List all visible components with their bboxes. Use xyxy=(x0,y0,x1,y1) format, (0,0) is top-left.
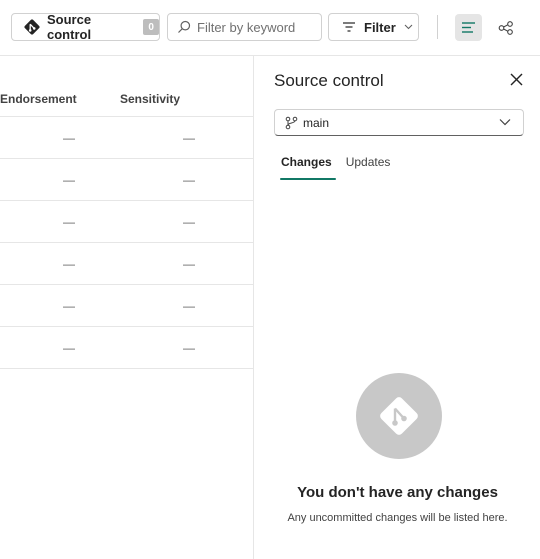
table-row[interactable]: — — xyxy=(0,159,253,201)
toolbar: Source control 0 Filter by keyword Filte… xyxy=(0,0,540,56)
endorsement-cell: — xyxy=(63,131,75,145)
list-view-icon xyxy=(462,22,475,33)
table-header: Endorsement Sensitivity xyxy=(0,56,253,117)
panel-title: Source control xyxy=(274,71,384,90)
branch-name: main xyxy=(303,115,330,130)
column-header-sensitivity[interactable]: Sensitivity xyxy=(120,92,180,106)
source-control-button[interactable]: Source control 0 xyxy=(11,12,160,42)
chevron-down-icon xyxy=(499,119,511,126)
sensitivity-cell: — xyxy=(183,299,195,313)
tab-changes[interactable]: Changes xyxy=(274,152,339,182)
endorsement-cell: — xyxy=(63,299,75,313)
lineage-view-icon xyxy=(498,20,513,35)
search-placeholder: Filter by keyword xyxy=(197,19,296,35)
table-row[interactable]: — — xyxy=(0,327,253,369)
chevron-down-icon xyxy=(404,24,413,30)
sensitivity-cell: — xyxy=(183,257,195,271)
sensitivity-cell: — xyxy=(183,131,195,145)
search-icon xyxy=(178,20,191,33)
git-icon xyxy=(23,18,41,36)
search-input[interactable]: Filter by keyword xyxy=(167,13,322,41)
sensitivity-cell: — xyxy=(183,215,195,229)
filter-label: Filter xyxy=(364,19,396,35)
sensitivity-cell: — xyxy=(183,173,195,187)
endorsement-cell: — xyxy=(63,341,75,355)
branch-dropdown[interactable]: main xyxy=(274,109,524,136)
items-table: Endorsement Sensitivity — — — — — — — — … xyxy=(0,56,253,559)
endorsement-cell: — xyxy=(63,257,75,271)
sensitivity-cell: — xyxy=(183,341,195,355)
tab-updates[interactable]: Updates xyxy=(339,152,398,182)
toolbar-divider xyxy=(437,15,438,39)
list-view-button[interactable] xyxy=(455,14,482,41)
filter-button[interactable]: Filter xyxy=(328,13,419,41)
table-row[interactable]: — — xyxy=(0,243,253,285)
close-button[interactable] xyxy=(507,70,525,88)
empty-state-subtitle: Any uncommitted changes will be listed h… xyxy=(287,512,508,524)
empty-state-title: You don't have any changes xyxy=(297,484,498,501)
column-header-endorsement[interactable]: Endorsement xyxy=(0,92,77,106)
source-control-count-badge: 0 xyxy=(143,19,159,35)
lineage-view-button[interactable] xyxy=(492,14,519,41)
empty-state-illustration xyxy=(356,373,442,459)
branch-icon xyxy=(285,116,298,129)
git-icon xyxy=(380,397,418,435)
table-row[interactable]: — — xyxy=(0,117,253,159)
endorsement-cell: — xyxy=(63,173,75,187)
source-control-panel: Source control main Changes Updates You … xyxy=(253,56,540,559)
endorsement-cell: — xyxy=(63,215,75,229)
source-control-label: Source control xyxy=(47,12,92,42)
close-icon xyxy=(510,73,522,85)
table-row[interactable]: — — xyxy=(0,285,253,327)
filter-icon xyxy=(343,22,355,32)
table-row[interactable]: — — xyxy=(0,201,253,243)
panel-tabs: Changes Updates xyxy=(274,152,397,182)
